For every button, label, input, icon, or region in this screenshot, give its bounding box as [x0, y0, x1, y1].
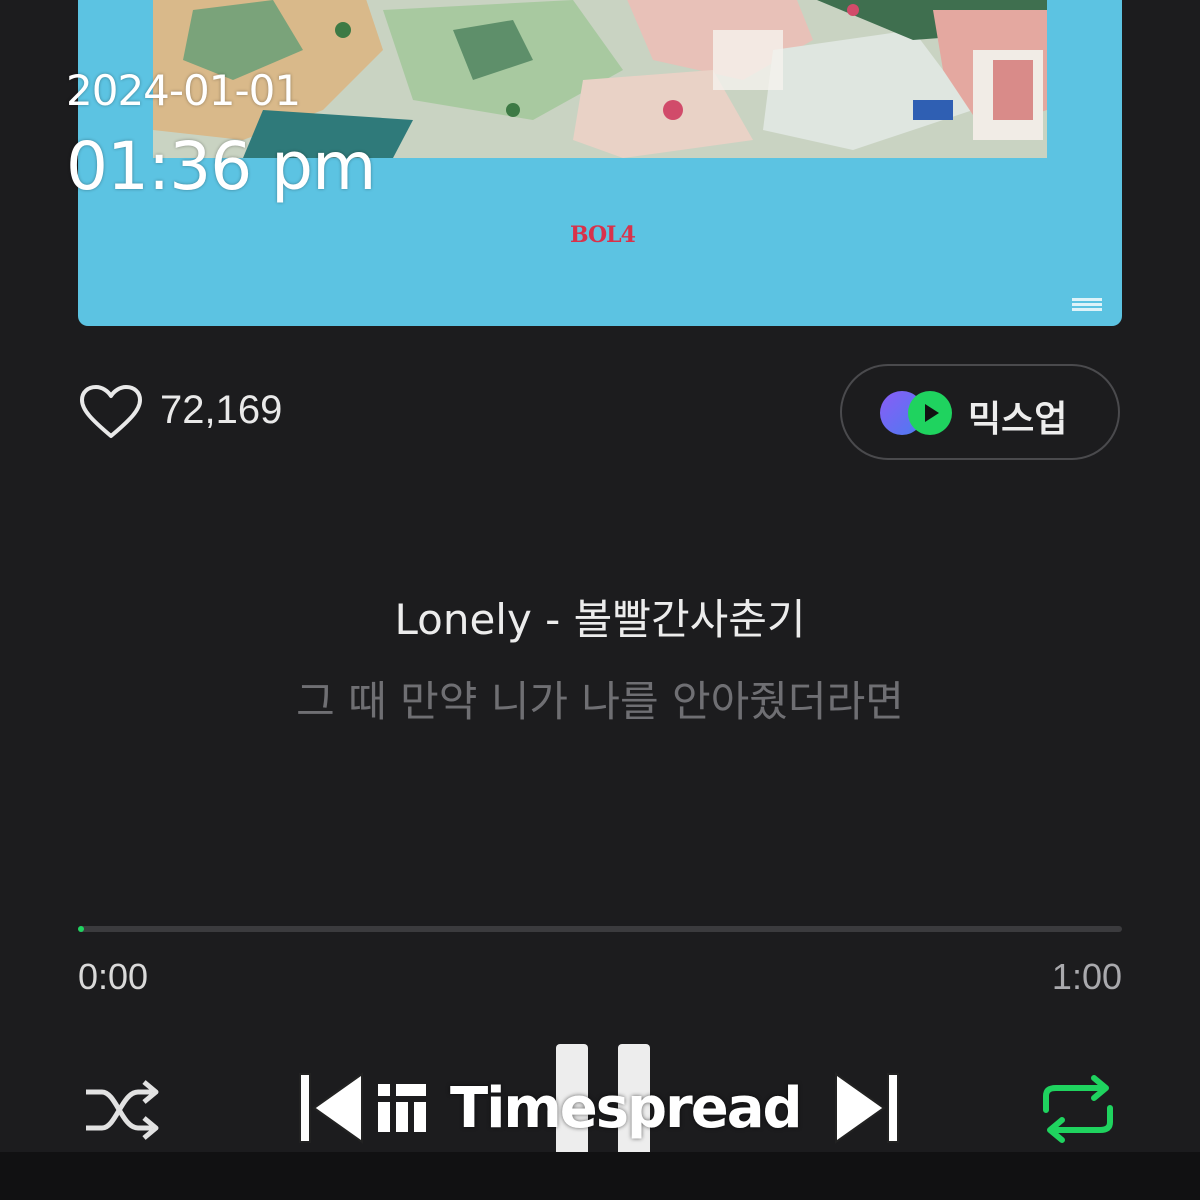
- heart-outline-icon: [80, 385, 142, 438]
- shuffle-icon: [86, 1080, 159, 1140]
- like-count: 72,169: [160, 388, 283, 432]
- like-button[interactable]: [78, 384, 142, 440]
- mixup-label: 믹스업: [968, 399, 1068, 440]
- watermark: Timespread: [376, 1068, 803, 1148]
- overlay-time: 01:36 pm: [66, 128, 376, 205]
- shuffle-button[interactable]: [82, 1078, 160, 1142]
- timespread-logo-icon: [378, 1084, 426, 1132]
- next-button[interactable]: [830, 1068, 902, 1148]
- song-title: Lonely - 볼빨간사춘기: [394, 595, 806, 644]
- bottom-bar: [0, 1152, 1200, 1200]
- watermark-text: Timespread: [450, 1075, 803, 1141]
- overlay-date: 2024-01-01: [66, 66, 301, 115]
- current-lyric-line[interactable]: 그 때 만약 니가 나를 안아줬더라면: [0, 668, 1200, 729]
- music-player-screen: BOL4 2024-01-01 01:36 pm 72,169 믹스업 Lone…: [0, 0, 1200, 1200]
- current-time: 0:00: [78, 956, 149, 997]
- repeat-button[interactable]: [1040, 1074, 1116, 1144]
- progress-fill: [78, 926, 84, 932]
- repeat-icon: [1043, 1075, 1113, 1143]
- artist-logo: BOL4: [570, 222, 636, 248]
- mixup-icon: [880, 391, 952, 435]
- skip-previous-icon: [299, 1072, 363, 1144]
- label-mark-icon: [1072, 298, 1102, 311]
- total-time: 1:00: [1051, 956, 1122, 997]
- progress-bar[interactable]: [78, 926, 1122, 932]
- previous-button[interactable]: [296, 1068, 368, 1148]
- skip-next-icon: [835, 1072, 899, 1144]
- mixup-button[interactable]: 믹스업: [840, 364, 1120, 460]
